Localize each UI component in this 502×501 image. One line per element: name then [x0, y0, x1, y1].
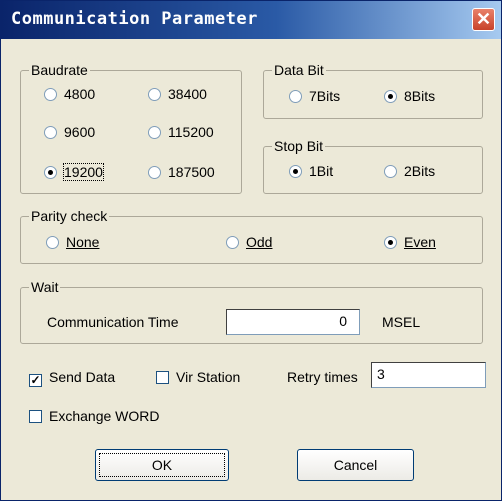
radio-button[interactable]: [289, 90, 302, 103]
option-label: None: [66, 234, 100, 250]
parity-option-none[interactable]: None: [46, 232, 99, 252]
cancel-button-label: Cancel: [333, 457, 378, 473]
exchange-word-label: Exchange WORD: [49, 408, 160, 424]
option-label: 115200: [168, 124, 214, 140]
option-label: 9600: [64, 124, 96, 140]
wait-group: Wait Communication Time 0 MSEL: [20, 278, 483, 344]
baudrate-group: Baudrate 4800 38400 9600 115200 19200 18…: [20, 61, 242, 194]
send-data-label: Send Data: [49, 369, 116, 385]
checkbox-unchecked[interactable]: [156, 371, 169, 384]
wait-legend: Wait: [29, 278, 61, 296]
radio-button-selected[interactable]: [44, 166, 57, 179]
close-icon: ✕: [475, 9, 492, 29]
checkbox-unchecked[interactable]: [29, 410, 42, 423]
option-label: 187500: [168, 164, 215, 180]
radio-button[interactable]: [384, 165, 397, 178]
radio-button[interactable]: [148, 88, 161, 101]
baudrate-option-38400[interactable]: 38400: [148, 84, 207, 104]
radio-button[interactable]: [46, 236, 59, 249]
data-bit-group: Data Bit 7Bits 8Bits: [263, 61, 483, 119]
vir-station-checkbox[interactable]: Vir Station: [156, 367, 240, 387]
baudrate-legend: Baudrate: [29, 61, 90, 79]
radio-button-selected[interactable]: [384, 90, 397, 103]
cancel-button[interactable]: Cancel: [297, 449, 414, 481]
parity-option-even[interactable]: Even: [384, 232, 436, 252]
stop-bit-group: Stop Bit 1Bit 2Bits: [263, 137, 483, 194]
data-bit-option-7bits[interactable]: 7Bits: [289, 86, 340, 106]
baudrate-option-9600[interactable]: 9600: [44, 122, 95, 142]
data-bit-legend: Data Bit: [272, 61, 326, 79]
parity-option-odd[interactable]: Odd: [226, 232, 272, 252]
baudrate-option-4800[interactable]: 4800: [44, 84, 95, 104]
option-label: 19200: [63, 163, 104, 181]
radio-button[interactable]: [226, 236, 239, 249]
stop-bit-option-1bit[interactable]: 1Bit: [289, 161, 333, 181]
option-label: 7Bits: [309, 88, 341, 104]
communication-time-value: 0: [339, 313, 347, 329]
baudrate-option-19200[interactable]: 19200: [44, 162, 104, 182]
exchange-word-checkbox[interactable]: Exchange WORD: [29, 406, 159, 426]
communication-parameter-dialog: Communication Parameter ✕ Baudrate 4800 …: [0, 0, 502, 501]
option-label: 1Bit: [309, 163, 334, 179]
data-bit-option-8bits[interactable]: 8Bits: [384, 86, 435, 106]
radio-button-selected[interactable]: [289, 165, 302, 178]
option-label: Even: [404, 234, 436, 250]
parity-check-group: Parity check None Odd Even: [20, 207, 483, 264]
vir-station-label: Vir Station: [176, 369, 241, 385]
communication-time-input[interactable]: 0: [226, 309, 360, 335]
stop-bit-option-2bits[interactable]: 2Bits: [384, 161, 435, 181]
title-bar[interactable]: Communication Parameter ✕: [1, 1, 501, 39]
baudrate-option-187500[interactable]: 187500: [148, 162, 215, 182]
wait-unit-label: MSEL: [382, 314, 421, 330]
baudrate-option-115200[interactable]: 115200: [148, 122, 214, 142]
option-label: 38400: [168, 86, 207, 102]
dialog-title: Communication Parameter: [11, 9, 258, 29]
ok-button-label: OK: [151, 457, 173, 473]
radio-button[interactable]: [148, 166, 161, 179]
send-data-checkbox[interactable]: ✓ Send Data: [29, 367, 115, 387]
option-label: 2Bits: [404, 163, 436, 179]
radio-button[interactable]: [44, 88, 57, 101]
retry-times-label: Retry times: [287, 369, 358, 385]
option-label: 4800: [64, 86, 96, 102]
radio-button[interactable]: [44, 126, 57, 139]
checkmark-icon[interactable]: ✓: [29, 374, 42, 387]
ok-button[interactable]: OK: [95, 449, 229, 481]
retry-times-input[interactable]: 3: [371, 362, 486, 388]
radio-button[interactable]: [148, 126, 161, 139]
close-button[interactable]: ✕: [472, 8, 495, 31]
option-label: Odd: [246, 234, 273, 250]
radio-button-selected[interactable]: [384, 236, 397, 249]
retry-times-value: 3: [377, 366, 385, 382]
communication-time-label: Communication Time: [47, 314, 179, 330]
parity-check-legend: Parity check: [29, 207, 110, 225]
option-label: 8Bits: [404, 88, 436, 104]
stop-bit-legend: Stop Bit: [272, 137, 326, 155]
